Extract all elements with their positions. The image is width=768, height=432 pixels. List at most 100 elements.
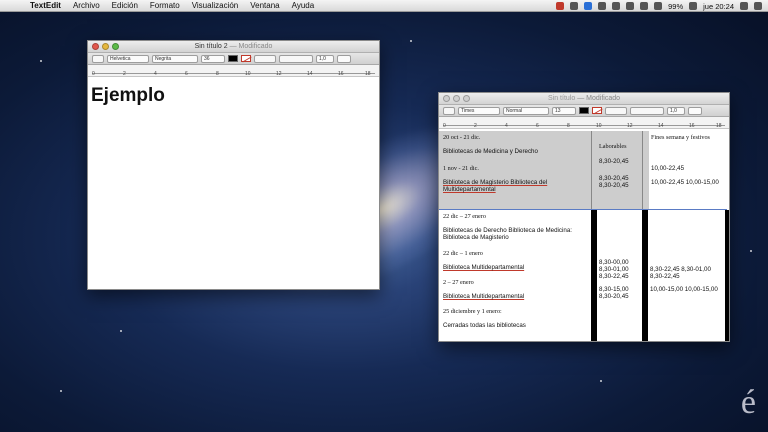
table-cell[interactable]: 25 diciembre y 1 enero: [443,308,588,315]
menu-ayuda[interactable]: Ayuda [286,0,321,12]
window-title-text: Sin título 2 [194,42,228,50]
list-select[interactable] [337,54,351,63]
modified-label: — Modificado [577,94,620,102]
table-cell[interactable]: 22 dic – 27 enero [443,213,588,220]
clock[interactable]: jue 20:24 [703,2,734,11]
ruler[interactable]: 0 2 4 6 8 10 12 14 16 18 [88,65,379,77]
paragraph-style-button[interactable] [92,54,104,63]
star [40,60,42,62]
apple-logo-icon[interactable] [8,1,18,11]
table-column-border [591,210,597,341]
line-spacing-select[interactable]: 1,0 [316,54,334,63]
table-header[interactable]: Laborables [599,143,643,150]
list-select[interactable] [688,106,702,115]
ruler-number: 14 [658,123,664,129]
table-column-border [591,131,592,209]
modified-label: — Modificado [229,42,273,50]
table-cell[interactable]: 10,00-22,45 [651,165,725,172]
menu-edicion[interactable]: Edición [106,0,144,12]
ruler-number: 6 [185,71,188,77]
status-app-icon[interactable] [556,2,565,10]
menu-ventana[interactable]: Ventana [244,0,285,12]
line-spacing-select[interactable]: 1,0 [667,106,685,115]
status-app-icon[interactable] [598,2,607,10]
table-cell[interactable]: 8,30-15,00 8,30-20,45 [599,286,639,300]
text-color-swatch[interactable] [228,55,238,62]
menu-visualizacion[interactable]: Visualización [186,0,245,12]
window-titlebar[interactable]: Sin título 2 — Modificado [88,41,379,53]
battery-percent[interactable]: 99% [668,2,683,11]
paragraph-style-button[interactable] [443,106,455,115]
battery-icon[interactable] [689,2,698,10]
bold-italic-underline-buttons[interactable] [254,54,276,63]
star [750,250,752,252]
table-cell[interactable]: Biblioteca Multidepartamental [443,293,588,300]
table-cell[interactable]: 8,30-20,45 8,30-20,45 [599,175,639,189]
ruler-number: 18 [365,71,371,77]
menu-extras: 99% jue 20:24 [556,0,762,12]
table-cell[interactable]: Bibliotecas de Derecho Biblioteca de Med… [443,227,588,241]
table-cell[interactable]: Biblioteca de Magisterio Biblioteca del … [443,179,588,193]
menu-formato[interactable]: Formato [144,0,186,12]
table-cell[interactable]: 10,00-15,00 10,00-15,00 [650,286,724,293]
menu-archivo[interactable]: Archivo [67,0,106,12]
ruler-number: 6 [536,123,539,129]
textedit-window-1: Sin título 2 — Modificado Helvetica Negr… [87,40,380,290]
ruler-number: 8 [567,123,570,129]
wifi-icon[interactable] [640,2,649,10]
time-machine-icon[interactable] [612,2,621,10]
window-titlebar[interactable]: Sin título — Modificado [439,93,729,105]
table-cell[interactable]: 8,30-22,45 8,30-01,00 8,30-22,45 [650,266,724,280]
table-column-border [725,210,729,341]
status-app-icon[interactable] [584,2,593,10]
font-size-select[interactable]: 36 [201,54,225,63]
font-family-select[interactable]: Times [458,106,500,115]
table-header[interactable]: Fines semana y festivos [651,134,727,141]
table-cell[interactable]: 20 oct - 21 dic. [443,134,583,141]
window-title-text: Sin título [548,94,576,102]
document-heading[interactable]: Ejemplo [91,85,165,107]
format-toolbar: Times Normal 13 1,0 [439,105,729,117]
status-app-icon[interactable] [570,2,579,10]
background-color-swatch[interactable] [592,107,602,114]
ruler-number: 12 [276,71,282,77]
ruler-number: 10 [245,71,251,77]
table-cell[interactable]: 8,30-20,45 [599,158,643,165]
background-color-swatch[interactable] [241,55,251,62]
table-cell[interactable]: 10,00-22,45 10,00-15,00 [651,179,725,186]
bold-italic-underline-buttons[interactable] [605,106,627,115]
table-cell[interactable]: 22 dic – 1 enero [443,250,588,257]
notification-center-icon[interactable] [754,2,762,10]
font-style-select[interactable]: Normal [503,106,549,115]
font-size-select[interactable]: 13 [552,106,576,115]
spotlight-icon[interactable] [740,2,748,10]
ruler-number: 16 [689,123,695,129]
font-style-select[interactable]: Negrita [152,54,198,63]
table-cell[interactable]: 1 nov - 21 dic. [443,165,583,172]
table-cell[interactable]: 8,30-00,00 8,30-01,00 8,30-22,45 [599,259,639,280]
text-color-swatch[interactable] [579,107,589,114]
watermark-logo: é [740,384,756,421]
table-cell[interactable]: Cerradas todas las bibliotecas [443,322,588,329]
font-family-select[interactable]: Helvetica [107,54,149,63]
ruler[interactable]: 0 2 4 6 8 10 12 14 16 18 [439,117,729,129]
alignment-buttons[interactable] [279,54,313,63]
window-title: Sin título 2 — Modificado [88,41,379,53]
ruler-number: 2 [123,71,126,77]
table-cell[interactable]: Bibliotecas de Medicina y Derecho [443,148,588,155]
volume-icon[interactable] [654,2,663,10]
star [120,330,122,332]
star [600,380,602,382]
ruler-number: 8 [216,71,219,77]
alignment-buttons[interactable] [630,106,664,115]
window-title: Sin título — Modificado [439,93,729,105]
ruler-number: 14 [307,71,313,77]
table-cell[interactable]: 2 – 27 enero [443,279,588,286]
ruler-number: 0 [443,123,446,129]
star [60,390,62,392]
ruler-number: 0 [92,71,95,77]
document-page[interactable]: 20 oct - 21 dic. Laborables Fines semana… [439,131,729,341]
table-cell[interactable]: Biblioteca Multidepartamental [443,264,588,271]
bluetooth-icon[interactable] [626,2,635,10]
menu-app[interactable]: TextEdit [24,0,67,12]
